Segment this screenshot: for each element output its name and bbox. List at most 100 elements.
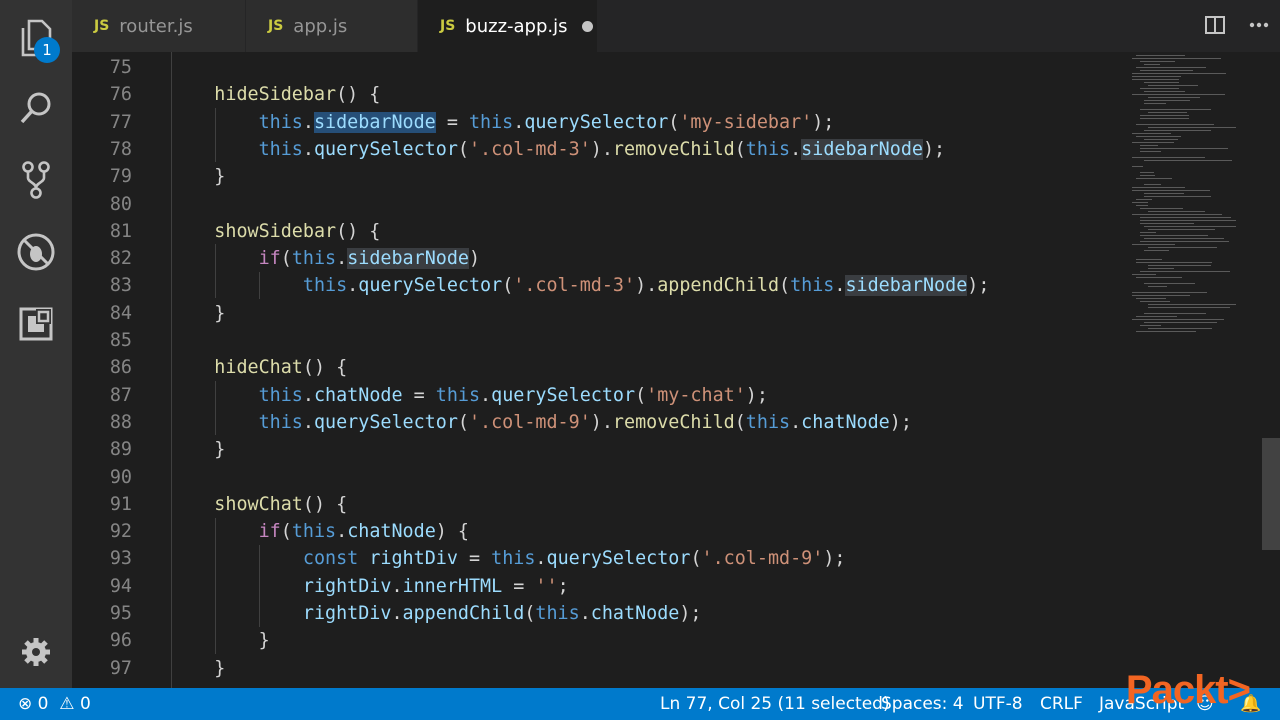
code-line[interactable]: 75 — [72, 54, 1132, 81]
minimap-line — [1144, 250, 1169, 251]
minimap-line — [1132, 94, 1225, 95]
minimap-line — [1140, 220, 1236, 221]
encoding[interactable]: UTF-8 — [973, 688, 1023, 720]
code-line[interactable]: 80 — [72, 191, 1132, 218]
split-editor-icon[interactable] — [1204, 14, 1226, 40]
minimap-line — [1140, 241, 1229, 242]
line-number: 77 — [109, 111, 132, 133]
error-count: 0 — [37, 694, 49, 714]
code-line[interactable]: 91 showChat() { — [72, 491, 1132, 518]
line-code: } — [170, 166, 226, 188]
cursor-position[interactable]: Ln 77, Col 25 (11 selected) — [660, 688, 890, 720]
debug-icon[interactable] — [14, 230, 58, 274]
line-number: 81 — [109, 220, 132, 242]
minimap-line — [1136, 331, 1196, 332]
minimap-line — [1144, 313, 1206, 314]
minimap-line — [1148, 247, 1217, 248]
minimap-line — [1132, 76, 1181, 77]
code-line[interactable]: 88 this.querySelector('.col-md-9').remov… — [72, 409, 1132, 436]
minimap-line — [1144, 226, 1236, 227]
minimap-line — [1148, 229, 1215, 230]
minimap-line — [1140, 217, 1231, 218]
settings-gear-icon[interactable] — [14, 630, 58, 674]
minimap-line — [1144, 100, 1190, 101]
line-code: const rightDiv = this.querySelector('.co… — [302, 548, 846, 570]
line-code: this.chatNode = this.querySelector('my-c… — [258, 384, 768, 406]
minimap-line — [1144, 283, 1195, 284]
minimap-line — [1136, 259, 1162, 260]
tab-buzz-app-js[interactable]: JS buzz-app.js — [418, 0, 598, 52]
code-line[interactable]: 87 this.chatNode = this.querySelector('m… — [72, 382, 1132, 409]
line-code: } — [170, 302, 226, 324]
minimap-line — [1140, 325, 1161, 326]
minimap-line — [1144, 160, 1232, 161]
tab-label: buzz-app.js — [465, 15, 568, 37]
line-code: if(this.sidebarNode) — [258, 248, 481, 270]
code-line[interactable]: 96 } — [72, 627, 1132, 654]
more-actions-icon[interactable] — [1248, 14, 1270, 40]
code-line[interactable]: 86 hideChat() { — [72, 354, 1132, 381]
problems-indicator[interactable]: ⊗ 0 ⚠ 0 — [18, 688, 91, 720]
line-code: } — [170, 439, 226, 461]
line-number: 76 — [109, 84, 132, 106]
line-number: 84 — [109, 302, 132, 324]
minimap-line — [1136, 55, 1185, 56]
code-line[interactable]: 76 hideSidebar() { — [72, 81, 1132, 108]
js-file-icon: JS — [94, 18, 110, 34]
line-code: hideSidebar() { — [214, 84, 381, 106]
minimap-line — [1136, 277, 1182, 278]
code-editor[interactable]: 75 76 hideSidebar() {77 this.sidebarNode … — [72, 52, 1280, 688]
code-line[interactable]: 90 — [72, 464, 1132, 491]
line-number: 80 — [109, 193, 132, 215]
code-line[interactable]: 97 } — [72, 655, 1132, 682]
minimap-line — [1140, 145, 1158, 146]
code-line[interactable]: 93 const rightDiv = this.querySelector('… — [72, 545, 1132, 572]
minimap-line — [1132, 58, 1221, 59]
minimap[interactable] — [1130, 52, 1240, 342]
line-number: 75 — [109, 57, 132, 78]
extensions-icon[interactable] — [14, 302, 58, 346]
code-line[interactable]: 79 } — [72, 163, 1132, 190]
minimap-line — [1144, 130, 1211, 131]
line-code: this.querySelector('.col-md-3').removeCh… — [258, 138, 946, 160]
code-line[interactable]: 82 if(this.sidebarNode) — [72, 245, 1132, 272]
tab-router-js[interactable]: JS router.js — [72, 0, 246, 52]
line-ending[interactable]: CRLF — [1040, 688, 1083, 720]
code-line[interactable]: 85 — [72, 327, 1132, 354]
line-code: this.querySelector('.col-md-9').removeCh… — [258, 411, 912, 433]
tab-label: app.js — [293, 15, 348, 37]
source-control-icon[interactable] — [14, 158, 58, 202]
minimap-line — [1148, 112, 1187, 113]
minimap-line — [1144, 64, 1160, 65]
code-line[interactable]: 77 this.sidebarNode = this.querySelector… — [72, 109, 1132, 136]
minimap-line — [1144, 91, 1185, 92]
code-line[interactable]: 78 this.querySelector('.col-md-3').remov… — [72, 136, 1132, 163]
vertical-scrollbar[interactable] — [1260, 52, 1280, 688]
minimap-line — [1136, 262, 1212, 263]
indentation[interactable]: Spaces: 4 — [881, 688, 964, 720]
code-line[interactable]: 94 rightDiv.innerHTML = ''; — [72, 573, 1132, 600]
minimap-line — [1140, 223, 1194, 224]
line-number: 92 — [109, 521, 132, 543]
search-icon[interactable] — [14, 86, 58, 130]
minimap-line — [1132, 274, 1156, 275]
minimap-line — [1132, 244, 1175, 245]
code-line[interactable]: 95 rightDiv.appendChild(this.chatNode); — [72, 600, 1132, 627]
minimap-line — [1148, 268, 1174, 269]
unsaved-dot-icon[interactable] — [581, 20, 593, 32]
minimap-line — [1140, 301, 1170, 302]
minimap-line — [1148, 211, 1205, 212]
line-number: 88 — [109, 411, 132, 433]
code-line[interactable]: 84 } — [72, 300, 1132, 327]
scrollbar-thumb[interactable] — [1262, 438, 1280, 550]
tab-app-js[interactable]: JS app.js — [246, 0, 418, 52]
code-line[interactable]: 92 if(this.chatNode) { — [72, 518, 1132, 545]
code-line[interactable]: 81 showSidebar() { — [72, 218, 1132, 245]
minimap-line — [1136, 124, 1214, 125]
code-line[interactable]: 83 this.querySelector('.col-md-3').appen… — [72, 272, 1132, 299]
code-line[interactable]: 89 } — [72, 436, 1132, 463]
minimap-line — [1132, 133, 1171, 134]
minimap-line — [1132, 319, 1224, 320]
line-number: 96 — [109, 630, 132, 652]
line-number: 86 — [109, 357, 132, 379]
